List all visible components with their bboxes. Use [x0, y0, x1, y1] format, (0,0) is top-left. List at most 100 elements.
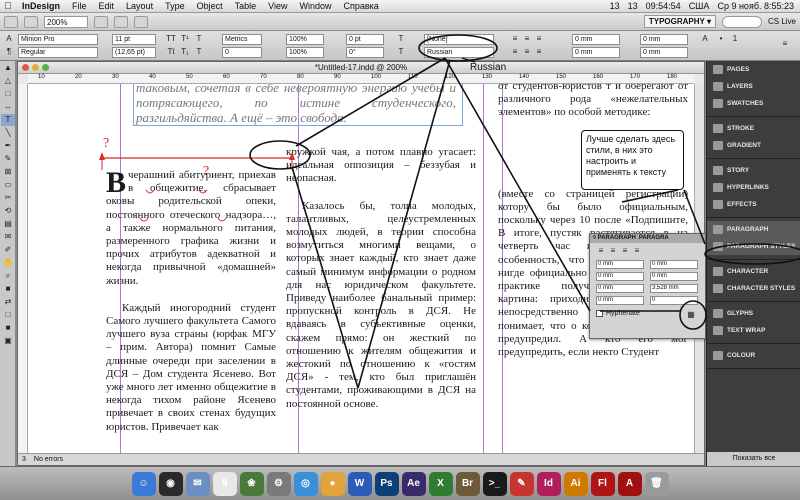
rectangle-frame-tool-icon[interactable]: ⊠	[1, 166, 15, 178]
scissors-tool-icon[interactable]: ✂	[1, 192, 15, 204]
dock-item-stroke[interactable]: STROKE	[707, 120, 800, 137]
free-transform-tool-icon[interactable]: ⟲	[1, 205, 15, 217]
hyphenate-checkbox[interactable]: Hyphenate	[596, 310, 640, 317]
close-icon[interactable]	[22, 64, 29, 71]
screen-mode-button[interactable]	[114, 15, 128, 28]
menu-type[interactable]: Type	[159, 1, 191, 11]
dock-item-effects[interactable]: EFFECTS	[707, 196, 800, 213]
line-tool-icon[interactable]: ╲	[1, 127, 15, 139]
align-left-button[interactable]: ≡	[510, 34, 520, 44]
justify-button[interactable]: ≡	[510, 47, 520, 57]
gap-tool-icon[interactable]: ↔	[1, 101, 15, 113]
swap-fill-stroke-icon[interactable]: ⇄	[1, 296, 15, 308]
align-spine-button[interactable]: ≡	[534, 47, 544, 57]
cs-live-button[interactable]: CS Live	[768, 17, 796, 26]
drop-cap-lines-field[interactable]: 0 mm	[596, 296, 644, 305]
gradient-tool-icon[interactable]: ▤	[1, 218, 15, 230]
font-family-field[interactable]: Minion Pro	[18, 34, 98, 45]
left-indent-field[interactable]: 0 mm	[596, 260, 644, 269]
drop-cap-chars-field[interactable]: 0	[650, 296, 698, 305]
character-mode-button[interactable]: A	[4, 34, 14, 44]
dashboard-icon[interactable]: ◉	[158, 471, 183, 496]
pdf-icon[interactable]: ✎	[509, 471, 534, 496]
align-right-icon[interactable]: ≡	[620, 246, 630, 256]
panel-menu-icon[interactable]: ≡	[780, 39, 790, 49]
ical-icon[interactable]: 9	[212, 471, 237, 496]
menu-edit[interactable]: Edit	[93, 1, 121, 11]
kerning-field[interactable]: Metrics	[222, 34, 262, 45]
hand-tool-icon[interactable]: ✋	[1, 257, 15, 269]
mail-icon[interactable]: ✉	[185, 471, 210, 496]
fill-stroke-icon[interactable]: ■	[1, 283, 15, 295]
note-tool-icon[interactable]: ✉	[1, 231, 15, 243]
status-item[interactable]: 13	[610, 1, 620, 11]
superscript-button[interactable]: T¹	[180, 34, 190, 44]
text-column-2[interactable]: кружкой чая, а потом плавно угасает: иде…	[286, 146, 476, 411]
dock-item-text-wrap[interactable]: TEXT WRAP	[707, 322, 800, 339]
chrome-icon[interactable]: ●	[320, 471, 345, 496]
zoom-select[interactable]: 200%	[44, 15, 88, 28]
dock-item-layers[interactable]: LAYERS	[707, 78, 800, 95]
vertical-ruler[interactable]	[18, 84, 28, 453]
align-left-icon[interactable]: ≡	[596, 246, 606, 256]
illustrator-icon[interactable]: Ai	[563, 471, 588, 496]
bridge-button[interactable]	[4, 15, 18, 28]
word-icon[interactable]: W	[347, 471, 372, 496]
menu-window[interactable]: Window	[293, 1, 337, 11]
apple-icon[interactable]: 	[0, 1, 16, 12]
after-effects-icon[interactable]: Ae	[401, 471, 426, 496]
direct-selection-tool-icon[interactable]: △	[1, 75, 15, 87]
rectangle-tool-icon[interactable]: ▭	[1, 179, 15, 191]
tab-paragraph[interactable]: ◊ PARAGRAPH	[593, 234, 636, 243]
selection-tool-icon[interactable]: ▲	[1, 62, 15, 74]
align-center-icon[interactable]: ≡	[608, 246, 618, 256]
horizontal-ruler[interactable]: 10 20 30 40 50 60 70 80 90 100 110 120 130 140 150 160 1…	[28, 74, 694, 84]
space-after-field[interactable]: 0 mm	[640, 47, 688, 58]
subscript-button[interactable]: T₁	[180, 47, 190, 57]
space-after-field[interactable]: 3,528 mm	[650, 284, 698, 293]
leading-field[interactable]: (12,65 pt)	[112, 47, 156, 58]
font-size-field[interactable]: 11 pt	[112, 34, 156, 45]
status-item[interactable]: 13	[628, 1, 638, 11]
search-input[interactable]	[721, 15, 762, 28]
vertical-scale-field[interactable]: 100%	[286, 34, 324, 45]
drop-cap-icon[interactable]: A	[700, 34, 710, 44]
dock-item-glyphs[interactable]: GLYPHS	[707, 305, 800, 322]
minibridge-button[interactable]	[24, 15, 38, 28]
tracking-field[interactable]: 0	[222, 47, 262, 58]
dock-item-pages[interactable]: PAGES	[707, 61, 800, 78]
preferences-icon[interactable]: ⚙	[266, 471, 291, 496]
last-indent-field[interactable]: 0 mm	[650, 272, 698, 281]
tab-paragraph-styles[interactable]: PARAGRA	[639, 234, 669, 243]
space-before-field[interactable]: 0 mm	[596, 284, 644, 293]
menu-layout[interactable]: Layout	[120, 1, 159, 11]
small-caps-button[interactable]: Tt	[166, 47, 176, 57]
photoshop-icon[interactable]: Ps	[374, 471, 399, 496]
arrange-documents-button[interactable]	[134, 15, 148, 28]
align-right-button[interactable]: ≡	[534, 34, 544, 44]
pen-tool-icon[interactable]: ✒	[1, 140, 15, 152]
status-keyboard[interactable]: США	[689, 1, 710, 11]
type-tool-icon[interactable]: T	[1, 114, 15, 126]
trash-icon[interactable]: 🗑	[644, 471, 669, 496]
align-center-button[interactable]: ≡	[522, 34, 532, 44]
character-style-field[interactable]: [None]	[424, 34, 494, 45]
text-column-1[interactable]: Вчерашний абитуриент, приехав в общежити…	[106, 168, 276, 434]
dock-item-character-styles[interactable]: CHARACTER STYLES	[707, 280, 800, 297]
underline-button[interactable]: T	[194, 34, 204, 44]
dock-item-colour[interactable]: COLOUR	[707, 347, 800, 364]
horizontal-scale-field[interactable]: 100%	[286, 47, 324, 58]
justify-icon[interactable]: ≡	[632, 246, 642, 256]
skew-field[interactable]: 0°	[346, 47, 384, 58]
fill-color-icon[interactable]: T	[396, 34, 406, 44]
photos-icon[interactable]: ❀	[239, 471, 264, 496]
excel-icon[interactable]: X	[428, 471, 453, 496]
dock-item-hyperlinks[interactable]: HYPERLINKS	[707, 179, 800, 196]
language-field[interactable]: Russian	[424, 47, 494, 58]
formatting-container-icon[interactable]: □	[1, 309, 15, 321]
dock-item-story[interactable]: STORY	[707, 162, 800, 179]
status-clock-1[interactable]: 09:54:54	[646, 1, 681, 11]
menu-table[interactable]: Table	[229, 1, 263, 11]
status-clock[interactable]: Ср 9 нояб. 8:55:23	[717, 1, 794, 11]
menu-view[interactable]: View	[262, 1, 293, 11]
